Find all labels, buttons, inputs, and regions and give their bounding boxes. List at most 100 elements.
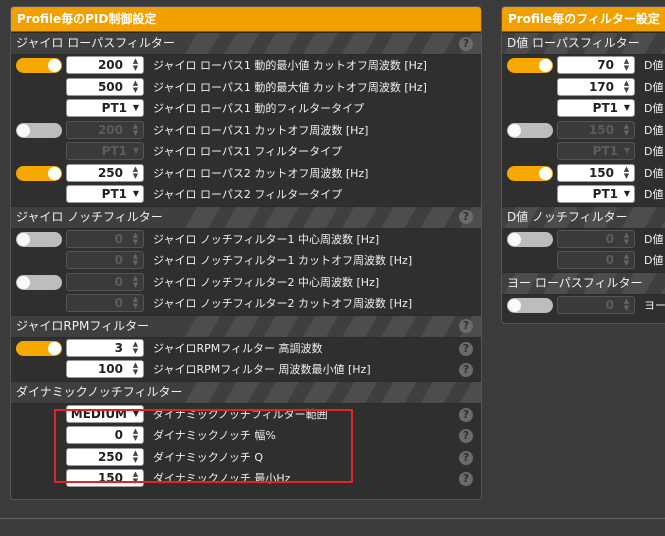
stepper-arrows-icon: ▲ ▼ <box>623 121 630 137</box>
stepper-arrows-icon[interactable]: ▲ ▼ <box>129 58 142 72</box>
help-icon[interactable]: ? <box>459 341 473 356</box>
stepper-arrows-icon[interactable]: ▲ ▼ <box>620 58 633 72</box>
setting-label: ジャイロ ローパス1 動的フィルタータイプ <box>153 102 365 115</box>
help-icon[interactable]: ? <box>459 472 473 486</box>
stepper-arrows-icon[interactable]: ▲ ▼ <box>129 362 142 376</box>
number-input[interactable]: 150 ▲ ▼ <box>557 163 635 182</box>
filter-type-select[interactable]: PT1 ▼ <box>66 99 144 117</box>
enable-toggle[interactable] <box>16 274 62 290</box>
setting-label: D値 <box>644 59 664 72</box>
number-value: 70 <box>597 58 614 72</box>
help-icon[interactable]: ? <box>459 210 473 224</box>
stepper-arrows-icon: ▲ ▼ <box>132 121 139 137</box>
stepper-arrows-icon[interactable]: ▲ ▼ <box>129 340 142 355</box>
toggle-knob <box>17 232 30 246</box>
select-value: PT1 <box>592 101 618 115</box>
stepper-arrows-icon[interactable]: ▲ ▼ <box>129 165 142 180</box>
help-icon[interactable]: ? <box>459 429 473 443</box>
toggle-knob <box>17 275 30 289</box>
number-value: 0 <box>114 274 123 289</box>
section-title: ジャイロRPMフィルター <box>16 318 150 333</box>
filter-type-select[interactable]: PT1 ▼ <box>557 99 635 117</box>
setting-label: ジャイロ ローパス1 動的最小値 カットオフ周波数 [Hz] <box>153 59 427 72</box>
number-input: 150 ▲ ▼ <box>557 120 635 139</box>
enable-toggle[interactable] <box>16 231 62 247</box>
enable-toggle[interactable] <box>16 122 62 138</box>
number-input: 0 ▲ ▼ <box>66 272 144 291</box>
help-icon[interactable]: ? <box>459 450 473 465</box>
setting-row: 0 ▲ ▼ ジャイロ ノッチフィルター1 カットオフ周波数 [Hz] <box>11 250 481 272</box>
enable-toggle[interactable] <box>16 58 62 73</box>
stepper-arrows-icon[interactable]: ▲ ▼ <box>129 79 142 94</box>
setting-label: ジャイロ ノッチフィルター1 中心周波数 [Hz] <box>153 232 380 246</box>
help-icon[interactable]: ? <box>459 407 473 422</box>
number-value: 0 <box>114 231 123 246</box>
number-input[interactable]: 3 ▲ ▼ <box>66 338 144 357</box>
number-value: 150 <box>588 122 614 137</box>
chevron-down-icon: ▼ <box>623 103 630 112</box>
enable-toggle[interactable] <box>507 165 553 181</box>
setting-row: 0 ▲ ▼ ジャイロ ノッチフィルター1 中心周波数 [Hz] <box>11 229 481 251</box>
section-stripes <box>181 33 481 54</box>
help-icon[interactable]: ? <box>459 319 473 333</box>
number-input[interactable]: 500 ▲ ▼ <box>66 77 144 96</box>
filter-type-select: PT1 ▼ <box>66 142 144 160</box>
number-value: 200 <box>97 122 123 137</box>
enable-toggle[interactable] <box>507 297 553 313</box>
toggle-knob <box>539 59 552 72</box>
enable-toggle[interactable] <box>16 340 62 356</box>
number-input[interactable]: 170 ▲ ▼ <box>557 77 635 96</box>
setting-label: ジャイロ ローパス1 動的最大値 カットオフ周波数 [Hz] <box>153 80 427 94</box>
setting-row: 150 ▲ ▼ D値 <box>502 120 665 142</box>
setting-label: ジャイロ ローパス1 フィルタータイプ <box>153 145 343 158</box>
footer-divider <box>0 512 665 519</box>
setting-row: 0 ▲ ▼ ジャイロ ノッチフィルター2 中心周波数 [Hz] <box>11 272 481 294</box>
help-icon[interactable]: ? <box>459 363 473 377</box>
select-value: PT1 <box>101 187 127 201</box>
number-input[interactable]: 250 ▲ ▼ <box>66 163 144 182</box>
enable-toggle[interactable] <box>507 122 553 138</box>
setting-label: ジャイロ ノッチフィルター2 カットオフ周波数 [Hz] <box>153 297 413 310</box>
help-icon[interactable]: ? <box>459 36 473 51</box>
number-input[interactable]: 70 ▲ ▼ <box>557 56 635 74</box>
number-input[interactable]: 200 ▲ ▼ <box>66 56 144 74</box>
stepper-arrows-icon[interactable]: ▲ ▼ <box>620 165 633 180</box>
filter-panel-title: Profile毎のフィルター設定 <box>502 7 665 32</box>
filter-type-select[interactable]: PT1 ▼ <box>66 185 144 203</box>
number-value: 0 <box>605 231 614 246</box>
filter-type-select[interactable]: PT1 ▼ <box>557 185 635 203</box>
toggle-knob <box>17 123 30 137</box>
setting-label: D値 <box>644 123 664 137</box>
section-title: ダイナミックノッチフィルター <box>16 384 183 399</box>
filter-settings-panel: Profile毎のフィルター設定 D値 ローパスフィルター 70 ▲ ▼ D値 170 ▲ ▼… <box>501 6 665 324</box>
number-value: 250 <box>97 165 123 180</box>
stepper-arrows-icon: ▲ ▼ <box>132 252 139 267</box>
stepper-arrows-icon[interactable]: ▲ ▼ <box>620 79 633 94</box>
select-value: PT1 <box>592 187 618 201</box>
enable-toggle[interactable] <box>507 58 553 73</box>
number-input[interactable]: 100 ▲ ▼ <box>66 360 144 378</box>
setting-label: ヨー <box>644 298 665 312</box>
setting-label: ジャイロRPMフィルター 周波数最小値 [Hz] <box>153 363 371 376</box>
toggle-knob <box>539 166 552 180</box>
enable-toggle[interactable] <box>507 231 553 247</box>
setting-row: 170 ▲ ▼ D値 <box>502 77 665 99</box>
number-value: 0 <box>605 253 614 267</box>
setting-label: ジャイロ ノッチフィルター1 カットオフ周波数 [Hz] <box>153 254 413 267</box>
select-value: PT1 <box>101 101 127 115</box>
toggle-knob <box>508 298 521 312</box>
setting-row: 250 ▲ ▼ ジャイロ ローパス2 カットオフ周波数 [Hz] <box>11 163 481 185</box>
setting-row: PT1 ▼ ジャイロ ローパス1 フィルタータイプ <box>11 141 481 163</box>
enable-toggle[interactable] <box>16 165 62 181</box>
chevron-down-icon: ▼ <box>132 146 139 155</box>
section-header: D値 ローパスフィルター <box>502 32 665 55</box>
setting-row: PT1 ▼ D値 <box>502 184 665 206</box>
section-header: ジャイロ ノッチフィルター? <box>11 205 481 229</box>
number-input: 0 ▲ ▼ <box>66 229 144 248</box>
setting-label: D値 <box>644 80 664 94</box>
number-value: 0 <box>114 296 123 310</box>
section-stripes <box>181 315 481 337</box>
chevron-down-icon: ▼ <box>132 103 139 112</box>
number-value: 3 <box>114 340 123 355</box>
number-value: 150 <box>588 165 614 180</box>
